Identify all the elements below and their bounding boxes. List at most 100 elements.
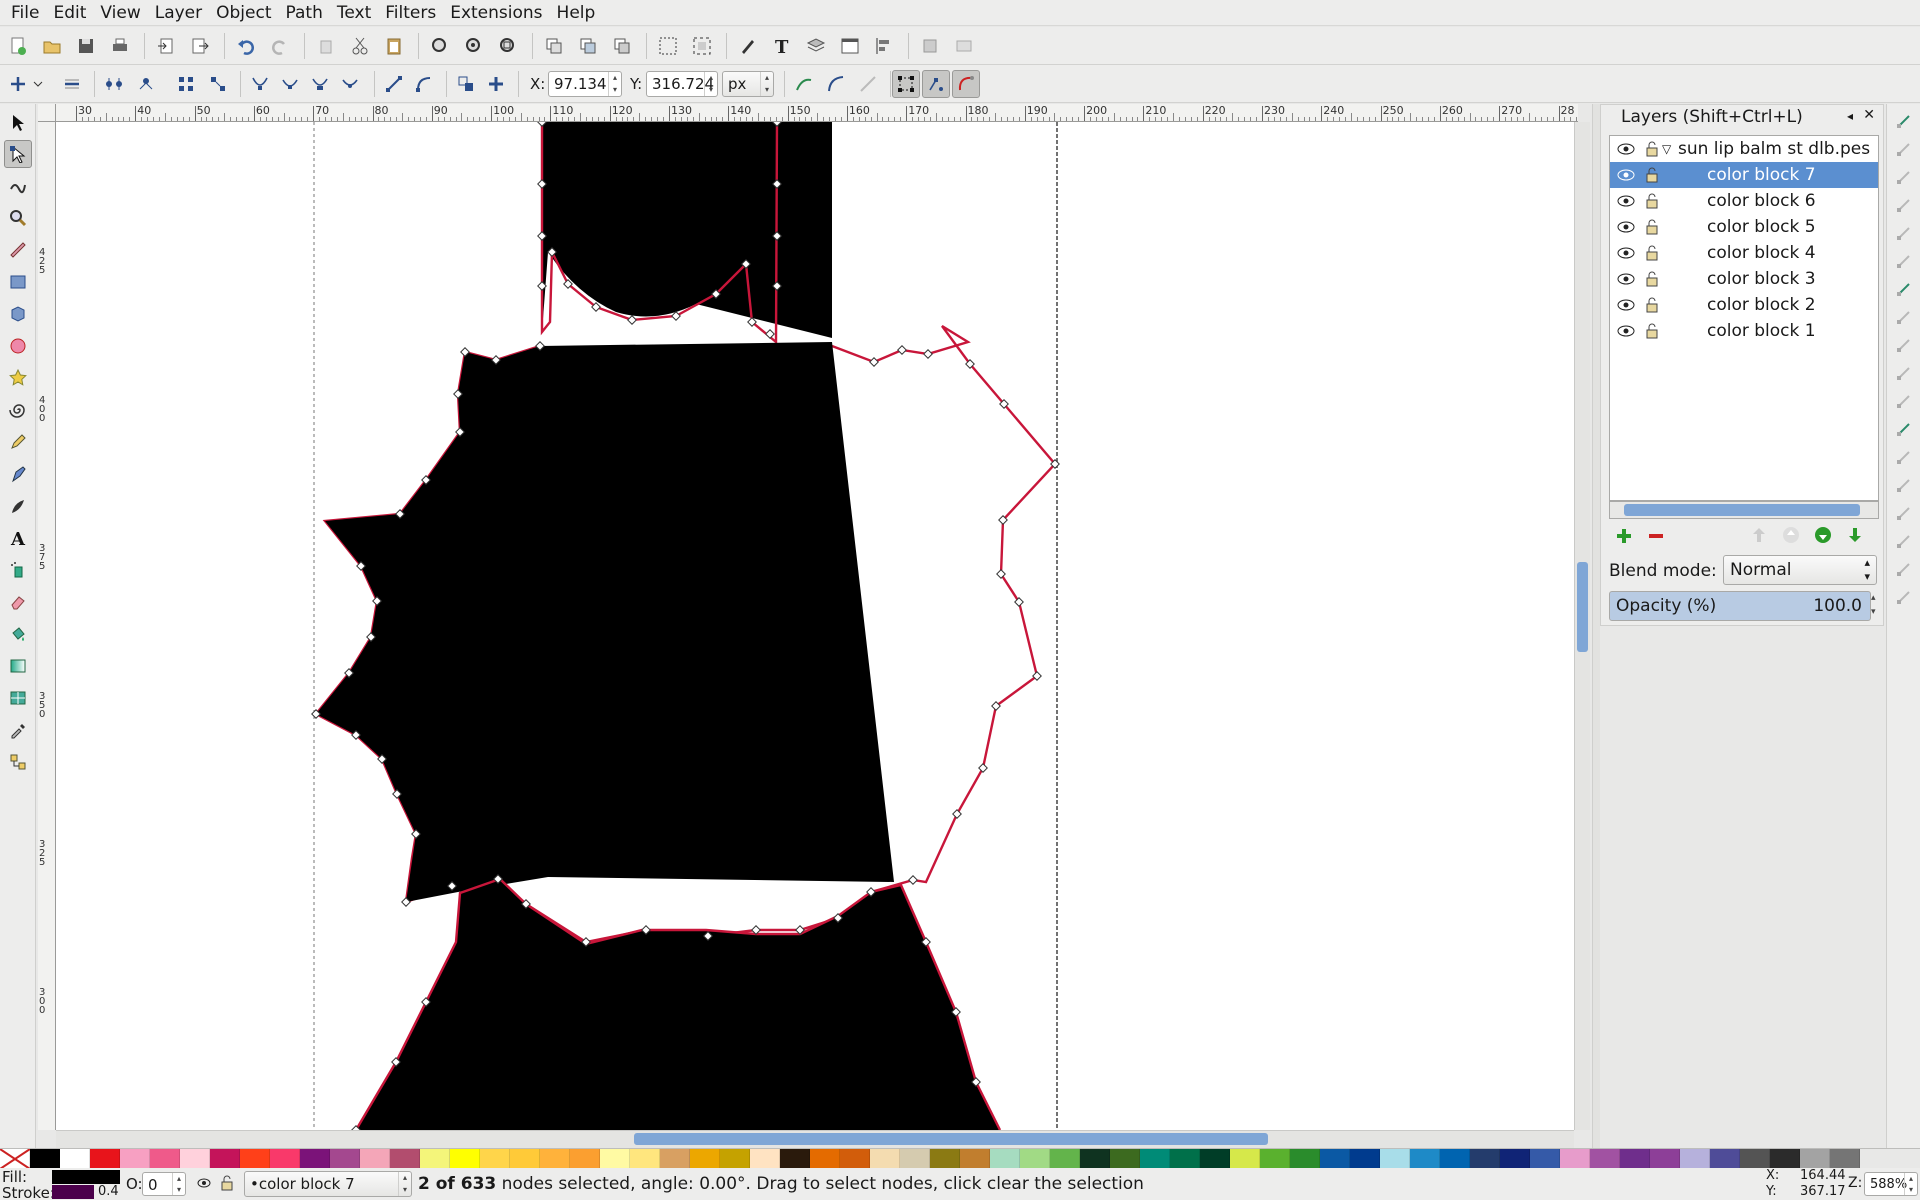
visible-eye-icon[interactable] [1616,192,1636,210]
layer-row[interactable]: color block 5 [1610,214,1878,240]
panel-iconify-icon[interactable]: ◂ [1847,109,1853,123]
color-swatch[interactable] [1500,1149,1530,1169]
color-swatch[interactable] [1830,1149,1860,1169]
text-font-icon[interactable]: T [768,32,796,60]
preferences-icon[interactable] [916,32,944,60]
lock-icon[interactable] [1644,296,1660,314]
zoom-drawing-icon[interactable] [460,32,488,60]
menu-help[interactable]: Help [550,0,603,26]
snap-toggle-icon[interactable] [1893,362,1915,384]
lower-layer-bottom-icon[interactable] [1845,525,1865,550]
color-swatch[interactable] [1530,1149,1560,1169]
snap-toggle-icon[interactable] [1893,194,1915,216]
unit-select[interactable]: px ▴ ▾ [722,71,774,97]
node-tool-icon[interactable] [4,140,32,168]
remove-layer-icon[interactable] [1647,527,1665,550]
group-icon[interactable] [654,32,682,60]
color-swatch[interactable] [60,1149,90,1169]
snap-toggle-icon[interactable] [1893,446,1915,468]
snap-toggle-icon[interactable] [1893,530,1915,552]
color-swatch[interactable] [930,1149,960,1169]
layer-row[interactable]: color block 4 [1610,240,1878,266]
snap-toggle-icon[interactable] [1893,138,1915,160]
spiral-tool-icon[interactable] [4,396,32,424]
color-swatch[interactable] [1740,1149,1770,1169]
undo-icon[interactable] [232,32,260,60]
opacity-status-input[interactable]: 0 ▴ ▾ [142,1172,186,1196]
color-swatch[interactable] [1230,1149,1260,1169]
layers-scrollbar[interactable] [1609,501,1879,519]
color-swatch[interactable] [1260,1149,1290,1169]
opacity-slider[interactable]: Opacity (%) 100.0 [1609,591,1871,621]
color-swatch[interactable] [1800,1149,1830,1169]
snap-toggle-icon[interactable] [1893,418,1915,440]
join-segment-icon[interactable] [172,70,200,98]
unlink-clone-icon[interactable] [608,32,636,60]
color-swatch[interactable] [120,1149,150,1169]
mesh-tool-icon[interactable] [4,684,32,712]
save-icon[interactable] [72,32,100,60]
color-swatch[interactable] [1080,1149,1110,1169]
color-swatch[interactable] [660,1149,690,1169]
color-swatch[interactable] [840,1149,870,1169]
cusp-node-icon[interactable] [246,70,274,98]
gradient-tool-icon[interactable] [4,652,32,680]
menu-object[interactable]: Object [209,0,278,26]
middle-black-shape[interactable] [316,342,894,902]
smooth-node-icon[interactable] [276,70,304,98]
color-swatch[interactable] [90,1149,120,1169]
break-path-icon[interactable] [132,70,160,98]
visible-eye-icon[interactable] [1616,166,1636,184]
stroke-width-value[interactable]: 0.4 [98,1184,119,1199]
expand-triangle-icon[interactable]: ▽ [1662,136,1671,162]
layer-row-root[interactable]: ▽ sun lip balm st dlb.pes [1610,136,1878,162]
visible-eye-icon[interactable] [1616,296,1636,314]
object-to-path-icon[interactable] [452,70,480,98]
show-transform-handles-icon[interactable] [892,70,920,98]
redo-icon[interactable] [266,32,294,60]
calligraphy-tool-icon[interactable] [4,492,32,520]
ellipse-tool-icon[interactable] [4,332,32,360]
visible-eye-icon[interactable] [1616,270,1636,288]
tweak-tool-icon[interactable] [4,172,32,200]
color-swatch[interactable] [990,1149,1020,1169]
menu-text[interactable]: Text [330,0,378,26]
color-swatch[interactable] [1470,1149,1500,1169]
layers-scroll-thumb[interactable] [1624,504,1860,516]
snap-toggle-icon[interactable] [1893,278,1915,300]
ungroup-icon[interactable] [688,32,716,60]
color-swatch[interactable] [810,1149,840,1169]
y-coordinate-input[interactable]: 316.724 ▴ ▾ [646,71,718,97]
edit-mask-icon[interactable] [822,70,850,98]
horizontal-scroll-thumb[interactable] [634,1133,1268,1145]
pen-tool-icon[interactable] [4,460,32,488]
text-tool-icon[interactable]: A [4,524,32,552]
color-swatch[interactable] [570,1149,600,1169]
star-tool-icon[interactable] [4,364,32,392]
fill-stroke-icon[interactable] [734,32,762,60]
canvas-drawing[interactable] [56,122,1574,1130]
spray-tool-icon[interactable] [4,556,32,584]
top-black-shape[interactable] [542,122,832,338]
vertical-scroll-thumb[interactable] [1577,562,1588,652]
fill-indicator[interactable] [52,1170,120,1184]
layer-row[interactable]: color block 3 [1610,266,1878,292]
snap-toggle-icon[interactable] [1893,586,1915,608]
visible-eye-icon[interactable] [1616,140,1636,158]
layer-row[interactable]: color block 2 [1610,292,1878,318]
lock-icon[interactable] [1644,218,1660,236]
color-swatch[interactable] [270,1149,300,1169]
show-outline-icon[interactable] [952,70,980,98]
align-distribute-icon[interactable] [870,32,898,60]
layer-row[interactable]: color block 7 [1610,162,1878,188]
color-swatch[interactable] [300,1149,330,1169]
lock-icon[interactable] [1644,244,1660,262]
rectangle-tool-icon[interactable] [4,268,32,296]
color-swatch[interactable] [1290,1149,1320,1169]
bottom-black-shape[interactable] [356,879,1000,1130]
add-layer-icon[interactable] [1615,527,1633,550]
3d-box-tool-icon[interactable] [4,300,32,328]
menu-filters[interactable]: Filters [378,0,443,26]
delete-segment-icon[interactable] [204,70,232,98]
no-paint-swatch[interactable] [0,1148,31,1170]
